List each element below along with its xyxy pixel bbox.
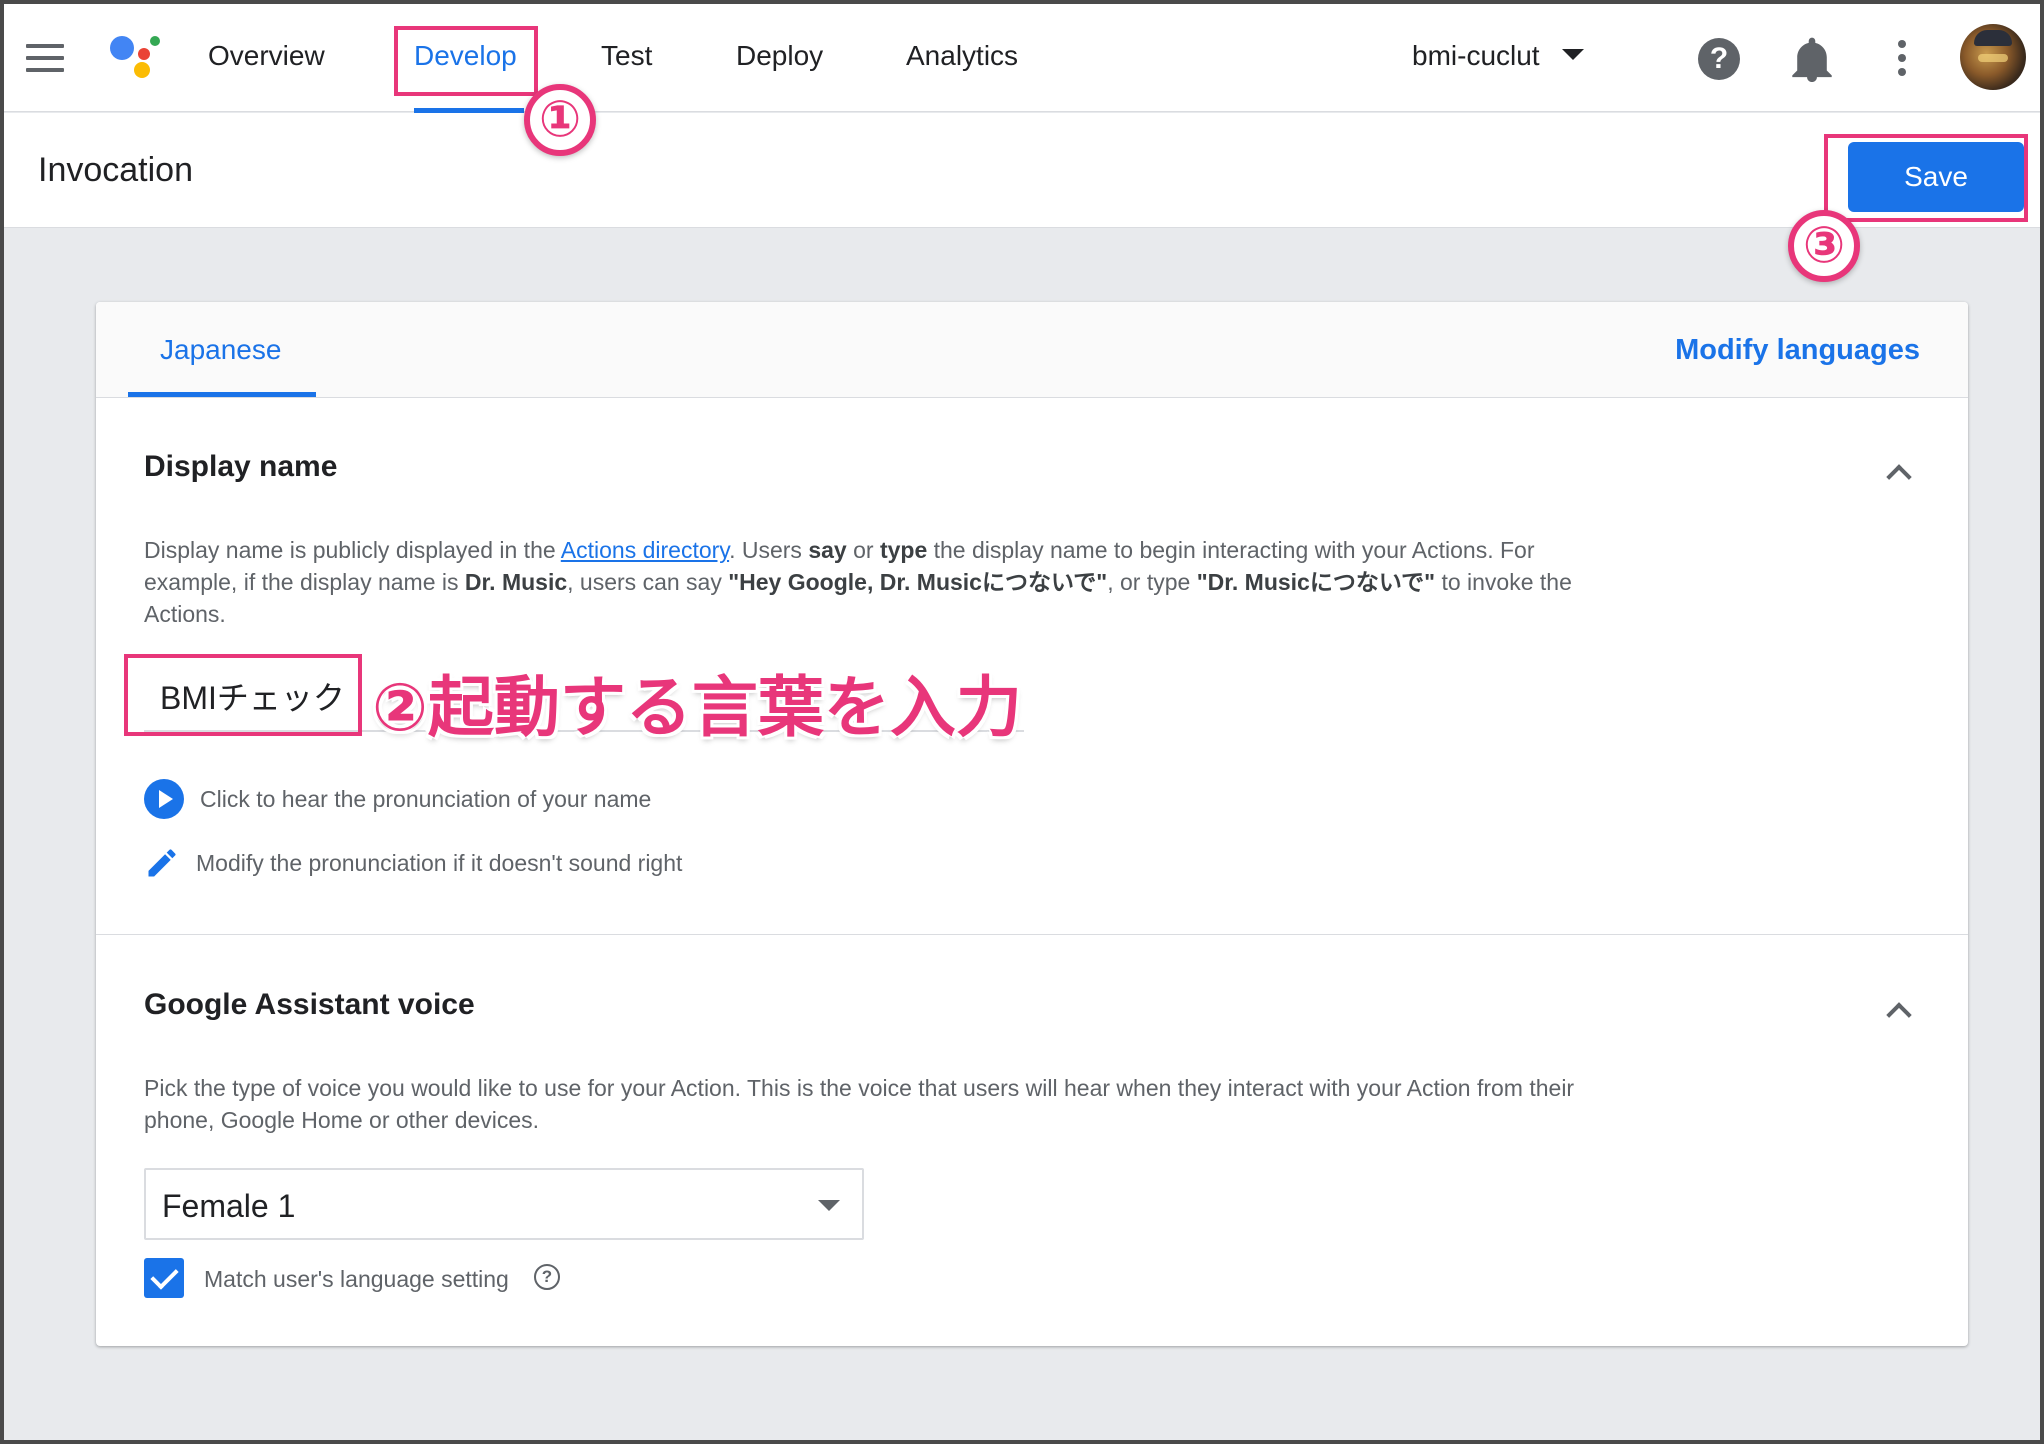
avatar[interactable] bbox=[1960, 24, 2026, 90]
tab-japanese[interactable]: Japanese bbox=[160, 334, 281, 366]
nav-develop[interactable]: Develop bbox=[414, 40, 517, 72]
info-icon[interactable]: ? bbox=[534, 1264, 560, 1290]
nav-deploy[interactable]: Deploy bbox=[736, 40, 823, 72]
section-divider bbox=[96, 934, 1968, 935]
save-button[interactable]: Save bbox=[1848, 142, 2024, 212]
actions-directory-link[interactable]: Actions directory bbox=[561, 537, 729, 563]
dropdown-caret-icon bbox=[818, 1200, 840, 1211]
hear-pronunciation-label: Click to hear the pronunciation of your … bbox=[200, 785, 652, 812]
modify-pronunciation-label: Modify the pronunciation if it doesn't s… bbox=[196, 849, 683, 876]
voice-select-value: Female 1 bbox=[162, 1188, 296, 1224]
hear-pronunciation-button[interactable]: Click to hear the pronunciation of your … bbox=[144, 779, 651, 819]
more-vert-icon[interactable] bbox=[1896, 40, 1908, 76]
match-language-checkbox[interactable] bbox=[144, 1258, 184, 1298]
display-name-description: Display name is publicly displayed in th… bbox=[144, 537, 1572, 627]
help-icon[interactable]: ? bbox=[1698, 38, 1740, 80]
voice-description: Pick the type of voice you would like to… bbox=[144, 1075, 1575, 1133]
chevron-up-icon[interactable] bbox=[1886, 464, 1912, 490]
match-language-label: Match user's language setting bbox=[204, 1266, 509, 1292]
display-name-title: Display name bbox=[144, 450, 338, 483]
nav-test[interactable]: Test bbox=[601, 40, 652, 72]
modify-pronunciation-button[interactable]: Modify the pronunciation if it doesn't s… bbox=[144, 843, 682, 883]
annotation-step-2: ②起動する言葉を入力 bbox=[372, 670, 1022, 744]
annotation-step-3: ③ bbox=[1788, 210, 1860, 282]
nav-analytics[interactable]: Analytics bbox=[906, 40, 1018, 72]
chevron-up-icon[interactable] bbox=[1886, 1002, 1912, 1028]
project-selector[interactable]: bmi-cuclut bbox=[1412, 40, 1584, 72]
language-tabs: Japanese Modify languages bbox=[96, 302, 1968, 398]
voice-title: Google Assistant voice bbox=[144, 988, 475, 1021]
modify-languages-link[interactable]: Modify languages bbox=[1675, 334, 1920, 367]
dropdown-caret-icon bbox=[1561, 49, 1584, 61]
page-title: Invocation bbox=[38, 151, 193, 189]
annotation-step-1: ① bbox=[524, 84, 596, 156]
bell-icon[interactable] bbox=[1792, 36, 1832, 82]
page-header: Invocation Save bbox=[4, 113, 2040, 228]
nav-overview[interactable]: Overview bbox=[208, 40, 325, 72]
active-language-indicator bbox=[128, 392, 316, 397]
voice-select[interactable]: Female 1 bbox=[144, 1168, 864, 1240]
app-window: Overview Develop Test Deploy Analytics b… bbox=[0, 0, 2044, 1444]
pencil-icon bbox=[148, 849, 176, 877]
assistant-logo[interactable] bbox=[110, 34, 166, 84]
menu-icon[interactable] bbox=[26, 44, 64, 72]
top-app-bar: Overview Develop Test Deploy Analytics b… bbox=[4, 4, 2040, 113]
invocation-card: Japanese Modify languages Display name D… bbox=[96, 302, 1968, 1346]
project-name: bmi-cuclut bbox=[1412, 40, 1540, 71]
play-icon bbox=[144, 779, 184, 819]
